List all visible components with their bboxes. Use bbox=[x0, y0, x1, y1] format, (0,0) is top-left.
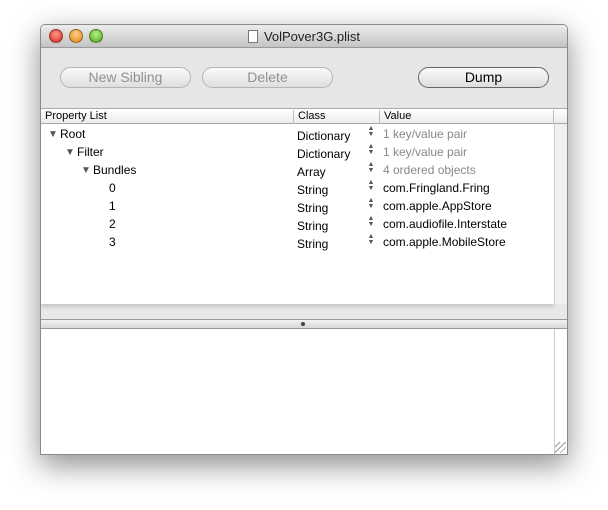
row-value[interactable]: com.apple.AppStore bbox=[383, 199, 492, 213]
class-stepper-icon[interactable]: ▲ ▼ bbox=[367, 161, 375, 174]
row-value[interactable]: 1 key/value pair bbox=[383, 127, 467, 141]
delete-button[interactable]: Delete bbox=[202, 67, 333, 88]
toolbar: New Sibling Delete Dump bbox=[41, 48, 567, 108]
outline-view: ▼ Root Dictionary ▲ ▼ 1 key/value pair ▼ Filter… bbox=[41, 124, 554, 304]
table-row[interactable]: 3 String ▲ ▼ com.apple.MobileStore bbox=[41, 233, 554, 251]
row-value[interactable]: com.audiofile.Interstate bbox=[383, 217, 507, 231]
row-value[interactable]: com.apple.MobileStore bbox=[383, 235, 506, 249]
table-row[interactable]: 1 String ▲ ▼ com.apple.AppStore bbox=[41, 197, 554, 215]
class-stepper-icon[interactable]: ▲ ▼ bbox=[367, 125, 375, 138]
class-stepper-icon[interactable]: ▲ ▼ bbox=[367, 215, 375, 228]
row-class[interactable]: String bbox=[297, 219, 328, 233]
row-class[interactable]: String bbox=[297, 183, 328, 197]
text-scrollbar[interactable] bbox=[554, 329, 567, 454]
new-sibling-button[interactable]: New Sibling bbox=[60, 67, 191, 88]
class-stepper-icon[interactable]: ▲ ▼ bbox=[367, 179, 375, 192]
table-row[interactable]: 0 String ▲ ▼ com.Fringland.Fring bbox=[41, 179, 554, 197]
row-value[interactable]: com.Fringland.Fring bbox=[383, 181, 490, 195]
row-class[interactable]: Dictionary bbox=[297, 147, 350, 161]
table-row[interactable]: ▼ Root Dictionary ▲ ▼ 1 key/value pair bbox=[41, 125, 554, 143]
row-value[interactable]: 4 ordered objects bbox=[383, 163, 476, 177]
row-key[interactable]: 1 bbox=[109, 199, 116, 213]
table-row[interactable]: 2 String ▲ ▼ com.audiofile.Interstate bbox=[41, 215, 554, 233]
row-class[interactable]: Array bbox=[297, 165, 326, 179]
split-view-divider[interactable] bbox=[41, 319, 567, 329]
row-key[interactable]: 2 bbox=[109, 217, 116, 231]
class-stepper-icon[interactable]: ▲ ▼ bbox=[367, 143, 375, 156]
row-key[interactable]: Filter bbox=[77, 145, 104, 159]
row-key[interactable]: 3 bbox=[109, 235, 116, 249]
plist-window: VolPover3G.plist New Sibling Delete Dump… bbox=[40, 24, 568, 455]
dump-button[interactable]: Dump bbox=[418, 67, 549, 88]
table-row[interactable]: ▼ Bundles Array ▲ ▼ 4 ordered objects bbox=[41, 161, 554, 179]
column-header-class[interactable]: Class bbox=[294, 110, 380, 124]
column-header-property-list[interactable]: Property List bbox=[41, 110, 294, 124]
vertical-scrollbar[interactable] bbox=[554, 124, 567, 304]
divider-grip-icon bbox=[301, 322, 305, 326]
row-class[interactable]: Dictionary bbox=[297, 129, 350, 143]
class-stepper-icon[interactable]: ▲ ▼ bbox=[367, 233, 375, 246]
disclosure-triangle-icon[interactable]: ▼ bbox=[65, 147, 75, 158]
resize-grip-icon[interactable] bbox=[555, 442, 566, 453]
row-class[interactable]: String bbox=[297, 237, 328, 251]
row-key[interactable]: Bundles bbox=[93, 163, 136, 177]
title-bar: VolPover3G.plist bbox=[41, 25, 567, 48]
table-row[interactable]: ▼ Filter Dictionary ▲ ▼ 1 key/value pair bbox=[41, 143, 554, 161]
column-header-value[interactable]: Value bbox=[380, 110, 554, 124]
row-class[interactable]: String bbox=[297, 201, 328, 215]
document-icon bbox=[247, 30, 258, 43]
class-stepper-icon[interactable]: ▲ ▼ bbox=[367, 197, 375, 210]
row-value[interactable]: 1 key/value pair bbox=[383, 145, 467, 159]
table-header: Property List Class Value bbox=[41, 108, 567, 124]
disclosure-triangle-icon[interactable]: ▼ bbox=[48, 129, 58, 140]
window-title: VolPover3G.plist bbox=[41, 29, 567, 44]
row-key[interactable]: 0 bbox=[109, 181, 116, 195]
row-key[interactable]: Root bbox=[60, 127, 85, 141]
dump-text-view[interactable] bbox=[41, 329, 554, 454]
disclosure-triangle-icon[interactable]: ▼ bbox=[81, 165, 91, 176]
